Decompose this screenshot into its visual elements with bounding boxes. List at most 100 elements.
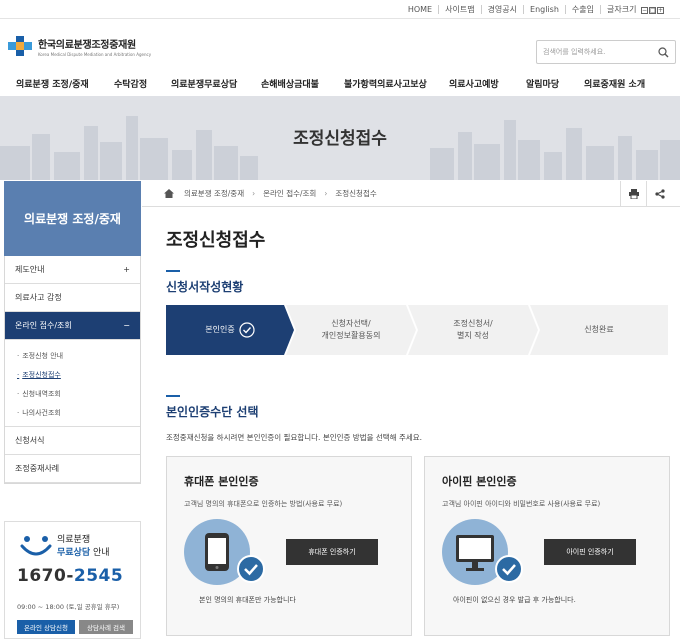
consult-rest: 안내 bbox=[90, 548, 110, 558]
sidebar-item-cases[interactable]: 조정중재사례 bbox=[5, 455, 140, 483]
nav-free-consult[interactable]: 의료분쟁무료상담 bbox=[171, 77, 237, 90]
sidebar-item-system-guide[interactable]: 제도안내 + bbox=[5, 256, 140, 284]
expand-icon[interactable]: + bbox=[123, 265, 130, 274]
main-navigation: 의료분쟁 조정/중재 수탁감정 의료분쟁무료상담 손해배상금대불 불가항력의료사… bbox=[0, 70, 680, 96]
search-input[interactable]: 검색어를 입력하세요. bbox=[543, 47, 658, 57]
step-3: 조정신청서/ 별지 작성 bbox=[408, 305, 538, 355]
site-logo[interactable]: 한국의료분쟁조정중재원 Korea Medical Dispute Mediat… bbox=[6, 34, 151, 58]
util-export-link[interactable]: 수출입 bbox=[564, 4, 600, 14]
sidebar-item-online[interactable]: 온라인 접수/조회 − bbox=[5, 312, 140, 340]
util-sitemap-link[interactable]: 사이트맵 bbox=[438, 4, 480, 14]
sidebar-item-label: 온라인 접수/조회 bbox=[15, 321, 72, 330]
banner-title: 조정신청접수 bbox=[293, 129, 387, 149]
collapse-icon[interactable]: − bbox=[123, 321, 130, 330]
breadcrumb-item[interactable]: 의료분쟁 조정/중재 bbox=[184, 188, 244, 199]
step-2: 신청자선택/ 개인정보활용동의 bbox=[286, 305, 416, 355]
print-icon bbox=[628, 189, 639, 199]
auth-description: 조정중재신청을 하시려면 본인인증이 필요합니다. 본인인증 방법을 선택해 주… bbox=[166, 433, 423, 442]
util-english-link[interactable]: English bbox=[523, 4, 565, 14]
page-banner: 조정신청접수 bbox=[0, 96, 680, 180]
step-label: 조정신청서/ 별지 작성 bbox=[453, 319, 493, 340]
page-title: 조정신청접수 bbox=[166, 230, 266, 251]
step-4: 신청완료 bbox=[530, 305, 668, 355]
card-note: 아이핀이 없으신 경우 발급 후 가능합니다. bbox=[453, 596, 576, 604]
step-indicator: 본인인증 신청자선택/ 개인정보활용동의 조정신청서/ 별지 작성 신청완료 bbox=[166, 305, 676, 355]
zoom-in-icon[interactable]: + bbox=[657, 6, 664, 14]
util-home-link[interactable]: HOME bbox=[402, 5, 438, 14]
consult-em: 무료상담 bbox=[57, 548, 91, 558]
logo-subtitle: Korea Medical Dispute Mediation and Arbi… bbox=[38, 51, 152, 57]
utility-bar: HOME 사이트맵 경영공시 English 수출입 글자크기 − □ + bbox=[0, 0, 680, 18]
online-consult-button[interactable]: 온라인 상담신청 bbox=[17, 620, 75, 634]
sidebar-sub-history[interactable]: 신청내역조회 bbox=[5, 384, 140, 403]
card-description: 고객님 아이핀 아이디와 비밀번호로 사용(사용료 무료) bbox=[442, 500, 601, 508]
consult-label: 의료분쟁 bbox=[57, 535, 91, 545]
phone-number: 2545 bbox=[73, 566, 124, 586]
phone-auth-button[interactable]: 휴대폰 인증하기 bbox=[286, 539, 378, 565]
consult-case-button[interactable]: 상담사례 검색 bbox=[79, 620, 133, 634]
sidebar-item-label: 조정중재사례 bbox=[15, 464, 60, 473]
zoom-out-icon[interactable]: − bbox=[641, 6, 648, 14]
nav-prevention[interactable]: 의료사고예방 bbox=[449, 77, 499, 90]
home-icon[interactable] bbox=[164, 189, 174, 198]
sidebar-sub-guide[interactable]: 조정신청 안내 bbox=[5, 346, 140, 365]
smile-icon bbox=[20, 536, 52, 556]
util-disclosure-link[interactable]: 경영공시 bbox=[480, 4, 523, 14]
card-title: 휴대폰 본인인증 bbox=[184, 475, 259, 488]
chevron-right-icon: › bbox=[252, 189, 256, 198]
sidebar-item-label: 제도안내 bbox=[15, 265, 45, 274]
breadcrumb: 의료분쟁 조정/중재 › 온라인 접수/조회 › 조정신청접수 bbox=[142, 181, 680, 207]
ipin-auth-card: 아이핀 본인인증 고객님 아이핀 아이디와 비밀번호로 사용(사용료 무료) 아… bbox=[424, 456, 670, 636]
share-button[interactable] bbox=[646, 181, 672, 207]
check-badge-icon bbox=[237, 555, 265, 583]
zoom-controls: − □ + bbox=[641, 6, 664, 14]
logo-name: 한국의료분쟁조정중재원 bbox=[38, 39, 136, 51]
card-title: 아이핀 본인인증 bbox=[442, 475, 517, 488]
card-description: 고객님 명의의 휴대폰으로 인증하는 방법(사용료 무료) bbox=[184, 500, 343, 508]
util-font-size: 글자크기 − □ + bbox=[600, 4, 670, 14]
consult-phone: 1670-2545 bbox=[17, 566, 123, 586]
check-circle-icon bbox=[239, 322, 255, 338]
sidebar-sub-mycase[interactable]: 나의사건조회 bbox=[5, 403, 140, 422]
section-title-auth: 본인인증수단 선택 bbox=[166, 395, 259, 419]
nav-notice[interactable]: 알림마당 bbox=[526, 77, 559, 90]
section-title-progress: 신청서작성현황 bbox=[166, 270, 244, 294]
phone-auth-card: 휴대폰 본인인증 고객님 명의의 휴대폰으로 인증하는 방법(사용료 무료) 휴… bbox=[166, 456, 412, 636]
check-badge-icon bbox=[495, 555, 523, 583]
step-label: 신청완료 bbox=[584, 325, 614, 334]
top-divider bbox=[0, 18, 680, 19]
share-icon bbox=[654, 189, 665, 199]
step-label: 신청자선택/ 개인정보활용동의 bbox=[321, 319, 381, 340]
sidebar-submenu: 조정신청 안내 조정신청접수 신청내역조회 나의사건조회 bbox=[5, 340, 140, 427]
step-1: 본인인증 bbox=[166, 305, 294, 355]
sidebar-item-appraisal[interactable]: 의료사고 감정 bbox=[5, 284, 140, 312]
nav-about[interactable]: 의료중재원 소개 bbox=[584, 77, 645, 90]
sidebar-sub-apply[interactable]: 조정신청접수 bbox=[5, 365, 140, 384]
sidebar-menu: 제도안내 + 의료사고 감정 온라인 접수/조회 − 조정신청 안내 조정신청접수 … bbox=[4, 256, 141, 484]
sidebar-item-forms[interactable]: 신청서식 bbox=[5, 427, 140, 455]
sidebar-item-label: 신청서식 bbox=[15, 436, 45, 445]
nav-force-majeure[interactable]: 불가항력의료사고보상 bbox=[344, 77, 427, 90]
search-icon[interactable] bbox=[658, 46, 669, 58]
step-label: 본인인증 bbox=[205, 325, 235, 334]
font-size-label: 글자크기 bbox=[607, 4, 637, 14]
phone-prefix: 1670- bbox=[17, 566, 74, 586]
nav-appraisal[interactable]: 수탁감정 bbox=[114, 77, 147, 90]
breadcrumb-item-current: 조정신청접수 bbox=[335, 189, 377, 198]
consult-box: 의료분쟁 무료상담 안내 1670-2545 09:00 ~ 18:00 (토,… bbox=[4, 521, 141, 639]
nav-mediation[interactable]: 의료분쟁 조정/중재 bbox=[16, 77, 89, 90]
sidebar-title: 의료분쟁 조정/중재 bbox=[4, 181, 141, 256]
consult-hours: 09:00 ~ 18:00 (토,일 공휴일 휴무) bbox=[17, 603, 120, 611]
nav-compensation[interactable]: 손해배상금대불 bbox=[261, 77, 319, 90]
ipin-auth-button[interactable]: 아이핀 인증하기 bbox=[544, 539, 636, 565]
search-box[interactable]: 검색어를 입력하세요. bbox=[536, 40, 676, 64]
consult-label-2: 무료상담 안내 bbox=[57, 545, 110, 558]
logo-mark-icon bbox=[6, 34, 34, 58]
chevron-right-icon: › bbox=[324, 189, 328, 198]
breadcrumb-item[interactable]: 온라인 접수/조회 bbox=[263, 188, 316, 199]
zoom-reset-icon[interactable]: □ bbox=[649, 6, 656, 14]
print-button[interactable] bbox=[620, 181, 646, 207]
card-note: 본인 명의의 휴대폰만 가능합니다 bbox=[199, 596, 296, 604]
sidebar-item-label: 의료사고 감정 bbox=[15, 293, 62, 302]
sidebar: 의료분쟁 조정/중재 제도안내 + 의료사고 감정 온라인 접수/조회 − 조정신청… bbox=[4, 181, 141, 484]
